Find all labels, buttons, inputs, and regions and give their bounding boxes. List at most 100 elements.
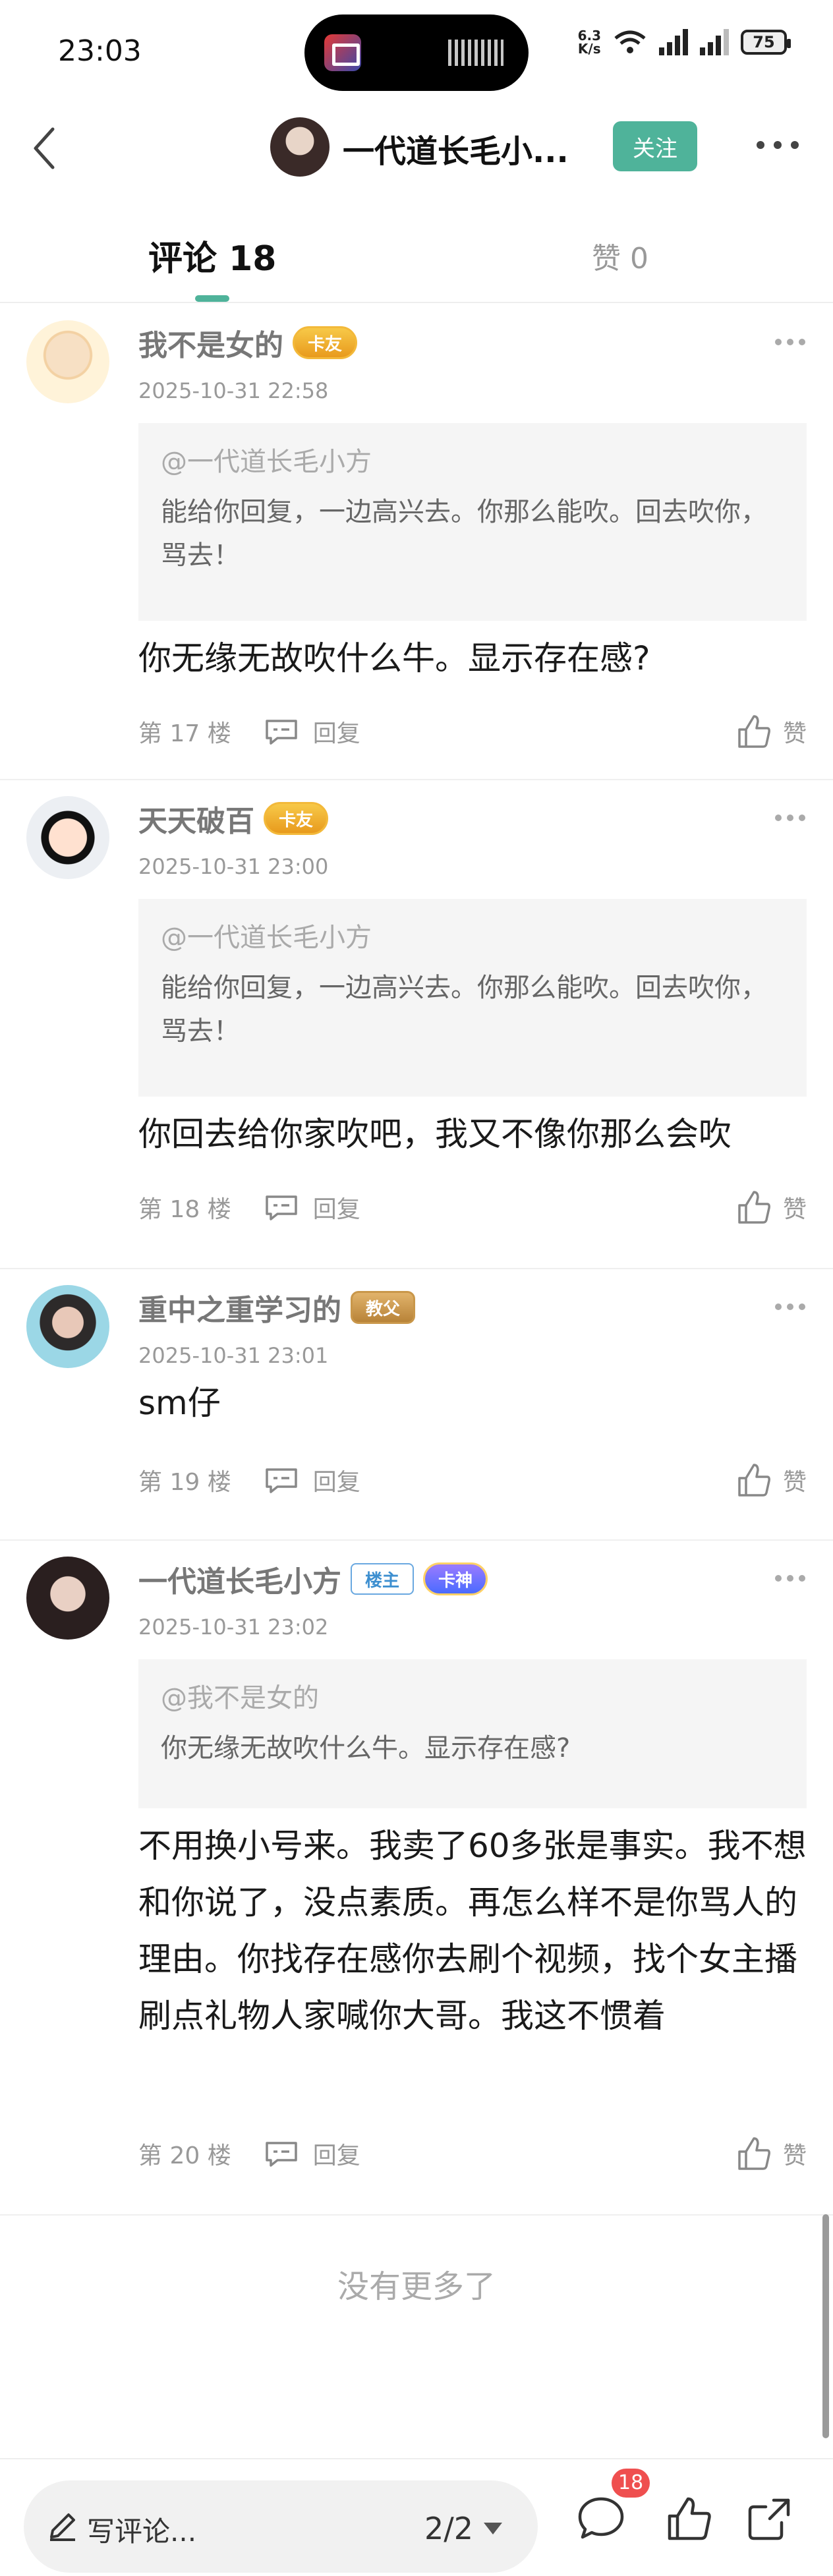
username[interactable]: 一代道长毛小方: [138, 1558, 341, 1600]
reply-icon: [265, 1195, 297, 1220]
tab-bar: 评论 18 赞 0: [0, 204, 833, 303]
avatar[interactable]: [26, 796, 109, 879]
wifi-icon: [614, 30, 646, 53]
reply-icon: [265, 720, 297, 745]
like-button[interactable]: 赞: [737, 2136, 807, 2171]
comment-timestamp: 2025-10-31 23:02: [138, 1615, 329, 1640]
comment-user: 我不是女的 卡友: [138, 322, 358, 364]
user-badge: 卡友: [293, 326, 358, 359]
comment-text: sm仔: [138, 1384, 221, 1422]
reply-button[interactable]: 回复: [264, 2136, 360, 2171]
floor-number: 第 17 楼: [138, 720, 231, 747]
reply-button[interactable]: 回复: [264, 1463, 360, 1497]
chevron-down-icon: [484, 2523, 502, 2534]
pencil-icon: [50, 2513, 75, 2541]
owner-badge: 楼主: [351, 1563, 415, 1595]
tab-comments[interactable]: 评论 18: [148, 231, 276, 280]
comment-more-icon[interactable]: [774, 813, 807, 822]
signal-icon: [659, 29, 688, 55]
user-badge: 教父: [351, 1291, 416, 1324]
comment-timestamp: 2025-10-31 23:00: [138, 854, 329, 879]
avatar[interactable]: [270, 117, 330, 177]
user-badge: 卡神: [423, 1562, 488, 1595]
page-selector[interactable]: 2/2: [424, 2511, 502, 2546]
floor-number: 第 18 楼: [138, 1196, 231, 1223]
signal-icon-2: [700, 29, 729, 55]
comment-count-badge: 18: [612, 2469, 650, 2498]
comment-icon[interactable]: [576, 2494, 626, 2544]
comment-footer: 第 20 楼 回复 赞: [138, 2134, 807, 2173]
comment-footer: 第 19 楼 回复 赞: [138, 1460, 807, 1500]
network-speed: 6.3 K/s: [577, 28, 601, 57]
comment-item: 天天破百 卡友 2025-10-31 23:00 @一代道长毛小方 能给你回复，…: [0, 780, 833, 1269]
comment-item: 重中之重学习的 教父 2025-10-31 23:01 sm仔 第 19 楼 回…: [0, 1269, 833, 1541]
page-header: 一代道长毛小... 关注: [0, 105, 833, 191]
bottom-bar: 写评论... 2/2 18: [0, 2458, 833, 2576]
app-icon: [324, 34, 361, 71]
like-button[interactable]: 赞: [737, 714, 807, 749]
quoted-text: 能给你回复，一边高兴去。你那么能吹。回去吹你，骂去！: [161, 973, 767, 1046]
comment-footer: 第 17 楼 回复 赞: [138, 712, 807, 751]
quoted-reply: @一代道长毛小方 能给你回复，一边高兴去。你那么能吹。回去吹你，骂去！: [138, 423, 807, 621]
quoted-user: @一代道长毛小方: [161, 923, 372, 953]
write-comment-input[interactable]: 写评论... 2/2: [24, 2480, 538, 2573]
like-button[interactable]: 赞: [737, 1462, 807, 1498]
floor-number: 第 19 楼: [138, 1469, 231, 1496]
write-placeholder: 写评论...: [87, 2515, 197, 2548]
comment-item: 一代道长毛小方 楼主 卡神 2025-10-31 23:02 @我不是女的 你无…: [0, 1541, 833, 2216]
floor-number: 第 20 楼: [138, 2142, 231, 2169]
comment-footer: 第 18 楼 回复 赞: [138, 1188, 807, 1227]
reply-button[interactable]: 回复: [264, 714, 360, 749]
user-badge: 卡友: [264, 802, 329, 835]
audio-wave-icon: [448, 40, 503, 66]
thumbs-up-icon: [738, 1191, 770, 1224]
thumbs-up-icon[interactable]: [664, 2494, 714, 2544]
comment-list: 我不是女的 卡友 2025-10-31 22:58 @一代道长毛小方 能给你回复…: [0, 304, 833, 2216]
page-title: 一代道长毛小...: [343, 133, 569, 170]
back-icon[interactable]: [26, 125, 66, 171]
comment-text: 你回去给你家吹吧，我又不像你那么会吹: [138, 1115, 732, 1153]
status-time: 23:03: [58, 34, 142, 68]
avatar[interactable]: [26, 1285, 109, 1368]
comment-timestamp: 2025-10-31 22:58: [138, 378, 329, 403]
avatar[interactable]: [26, 1557, 109, 1640]
comment-item: 我不是女的 卡友 2025-10-31 22:58 @一代道长毛小方 能给你回复…: [0, 304, 833, 780]
thumbs-up-icon: [738, 1464, 770, 1497]
battery-icon: 75: [741, 30, 791, 55]
comment-user: 一代道长毛小方 楼主 卡神: [138, 1558, 488, 1600]
reply-icon: [265, 2142, 297, 2167]
reply-icon: [265, 1468, 297, 1493]
scrollbar[interactable]: [822, 2214, 829, 2438]
like-button[interactable]: 赞: [737, 1189, 807, 1225]
username[interactable]: 重中之重学习的: [138, 1286, 341, 1329]
comment-more-icon[interactable]: [774, 1574, 807, 1583]
comment-more-icon[interactable]: [774, 1302, 807, 1311]
quoted-user: @我不是女的: [161, 1683, 319, 1713]
thumbs-up-icon: [738, 715, 770, 748]
follow-button[interactable]: 关注: [613, 121, 697, 171]
tab-likes[interactable]: 赞 0: [592, 235, 648, 277]
more-icon[interactable]: [751, 132, 804, 158]
reply-button[interactable]: 回复: [264, 1190, 360, 1224]
comment-text: 不用换小号来。我卖了60多张是事实。我不想和你说了，没点素质。再怎么样不是你骂人…: [138, 1827, 807, 2035]
comment-user: 重中之重学习的 教父: [138, 1286, 416, 1329]
status-bar: 23:03 6.3 K/s 75: [0, 0, 833, 105]
quoted-reply: @我不是女的 你无缘无故吹什么牛。显示存在感?: [138, 1659, 807, 1808]
comment-timestamp: 2025-10-31 23:01: [138, 1343, 329, 1368]
quoted-user: @一代道长毛小方: [161, 447, 372, 477]
comment-text: 你无缘无故吹什么牛。显示存在感?: [138, 639, 650, 677]
dynamic-island: [304, 14, 529, 91]
comment-user: 天天破百 卡友: [138, 797, 329, 840]
username[interactable]: 天天破百: [138, 797, 254, 840]
username[interactable]: 我不是女的: [138, 322, 283, 364]
tab-indicator: [195, 295, 229, 302]
avatar[interactable]: [26, 320, 109, 403]
quoted-reply: @一代道长毛小方 能给你回复，一边高兴去。你那么能吹。回去吹你，骂去！: [138, 899, 807, 1097]
status-indicators: 6.3 K/s 75: [577, 28, 791, 57]
no-more-label: 没有更多了: [337, 2268, 496, 2305]
quoted-text: 能给你回复，一边高兴去。你那么能吹。回去吹你，骂去！: [161, 497, 767, 571]
thumbs-up-icon: [738, 2137, 770, 2170]
comment-more-icon[interactable]: [774, 337, 807, 347]
share-icon[interactable]: [745, 2494, 795, 2544]
quoted-text: 你无缘无故吹什么牛。显示存在感?: [161, 1733, 571, 1763]
